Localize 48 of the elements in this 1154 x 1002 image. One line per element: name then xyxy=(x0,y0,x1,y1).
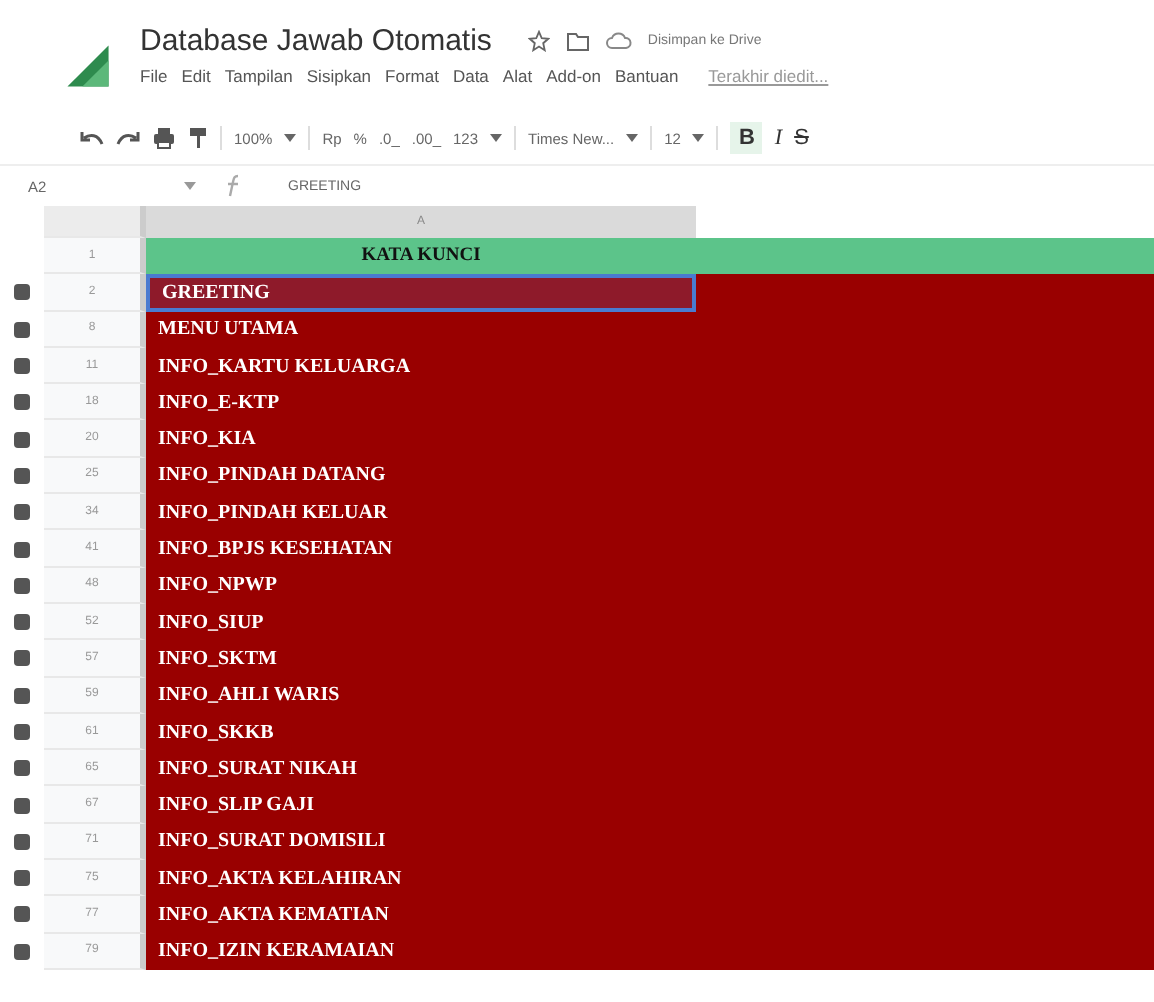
caret-icon xyxy=(490,134,503,142)
print-icon[interactable] xyxy=(152,126,176,150)
menu-item[interactable]: Bantuan xyxy=(615,66,679,86)
menu-item[interactable]: Add-on xyxy=(546,66,601,86)
group-toggle-icon[interactable] xyxy=(14,906,30,923)
strikethrough-button[interactable]: S xyxy=(794,126,809,150)
group-toggle-icon[interactable] xyxy=(14,467,30,484)
caret-icon xyxy=(284,134,297,142)
cloud-icon[interactable] xyxy=(605,32,632,50)
menu-item[interactable]: Alat xyxy=(502,66,533,86)
bold-button[interactable]: B xyxy=(730,122,763,154)
function-icon xyxy=(224,174,244,198)
group-toggle-icon[interactable] xyxy=(14,797,30,814)
group-toggle-icon[interactable] xyxy=(14,577,30,594)
caret-icon xyxy=(184,182,196,190)
menu-item[interactable]: File xyxy=(140,66,168,86)
group-toggle-icon[interactable] xyxy=(14,394,30,411)
caret-icon xyxy=(692,134,705,142)
undo-icon[interactable] xyxy=(80,130,104,146)
menu-item[interactable]: Sisipkan xyxy=(306,66,372,86)
folder-icon[interactable] xyxy=(565,31,590,51)
menu-item[interactable]: Data xyxy=(452,66,489,86)
menu-item[interactable]: Format xyxy=(385,66,439,86)
group-toggle-icon[interactable] xyxy=(14,284,30,301)
star-icon[interactable] xyxy=(527,30,550,52)
group-toggle-icon[interactable] xyxy=(14,760,30,777)
group-toggle-icon[interactable] xyxy=(14,541,30,558)
group-toggle-icon[interactable] xyxy=(14,504,30,521)
italic-button[interactable]: I xyxy=(774,126,783,150)
caret-icon xyxy=(626,134,639,142)
menu-item[interactable]: Edit xyxy=(181,66,211,86)
group-toggle-icon[interactable] xyxy=(14,870,30,887)
group-toggle-icon[interactable] xyxy=(14,614,30,631)
group-toggle-icon[interactable] xyxy=(14,724,30,740)
group-toggle-icon[interactable] xyxy=(14,358,30,375)
table-cell: GREETING xyxy=(146,274,696,312)
group-toggle-icon[interactable] xyxy=(14,431,30,448)
group-toggle-icon[interactable] xyxy=(14,687,30,704)
group-toggle-icon[interactable] xyxy=(14,321,30,338)
last-edit-link[interactable]: Terakhir diedit... xyxy=(708,66,829,86)
paint-format-icon[interactable] xyxy=(188,126,208,150)
group-toggle-icon[interactable] xyxy=(14,943,30,960)
redo-icon[interactable] xyxy=(116,130,140,146)
group-toggle-icon[interactable] xyxy=(14,650,30,667)
group-toggle-icon[interactable] xyxy=(14,833,30,850)
menu-item[interactable]: Tampilan xyxy=(224,66,293,86)
table-header-cell: KATA KUNCI xyxy=(146,238,696,275)
document-title[interactable]: Database Jawab Otomatis xyxy=(140,24,492,58)
